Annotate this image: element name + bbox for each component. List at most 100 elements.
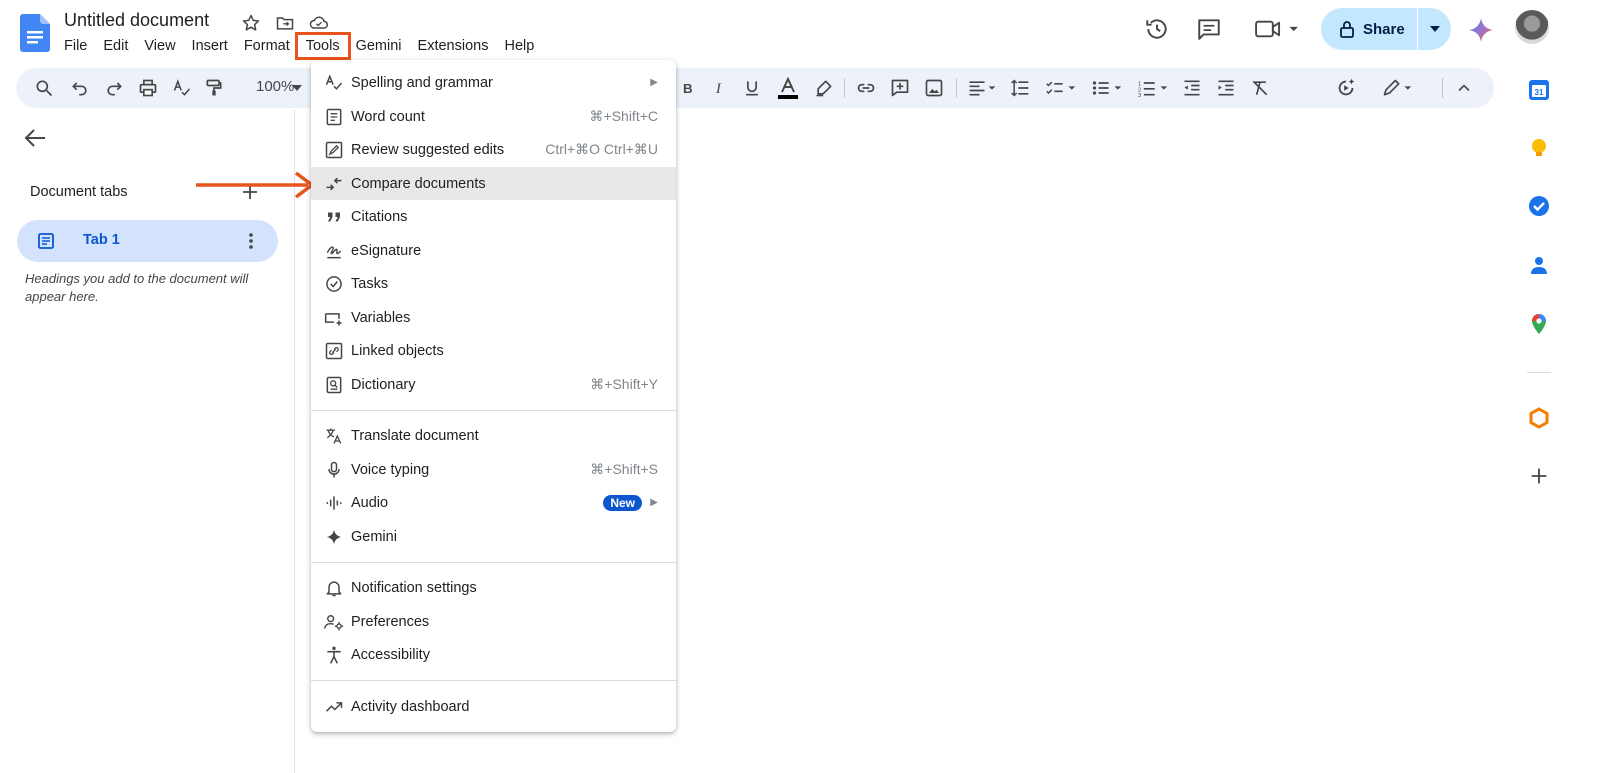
comments-icon[interactable] bbox=[1196, 16, 1222, 42]
back-arrow-icon[interactable] bbox=[22, 126, 48, 150]
paint-format-icon[interactable] bbox=[202, 76, 226, 100]
menu-format[interactable]: Format bbox=[236, 35, 298, 57]
cloud-saved-icon[interactable] bbox=[308, 12, 330, 34]
menu-edit[interactable]: Edit bbox=[95, 35, 136, 57]
share-label: Share bbox=[1363, 20, 1405, 38]
menu-item-variables[interactable]: Variables bbox=[311, 301, 676, 334]
menu-item-linked-objects[interactable]: Linked objects bbox=[311, 334, 676, 367]
sparkle-icon bbox=[323, 526, 345, 548]
search-menus-icon[interactable] bbox=[32, 76, 56, 100]
zoom-select[interactable]: 100% bbox=[256, 78, 294, 95]
gemini-sparkle-icon[interactable] bbox=[1467, 16, 1495, 44]
checklist-icon[interactable] bbox=[1042, 76, 1080, 100]
menu-item-translate-document[interactable]: Translate document bbox=[311, 419, 676, 452]
menu-item-compare-documents[interactable]: Compare documents bbox=[311, 167, 676, 200]
svg-text:31: 31 bbox=[1535, 88, 1544, 97]
tasks-icon[interactable] bbox=[1527, 194, 1551, 218]
signature-icon bbox=[323, 240, 345, 262]
menu-gemini[interactable]: Gemini bbox=[348, 35, 410, 57]
compare-icon bbox=[323, 173, 345, 195]
highlight-color-icon[interactable] bbox=[812, 76, 836, 100]
svg-text:I: I bbox=[715, 81, 722, 97]
bold-icon[interactable]: B bbox=[676, 76, 700, 100]
menu-item-citations[interactable]: Citations bbox=[311, 200, 676, 233]
menu-item-gemini[interactable]: Gemini bbox=[311, 520, 676, 553]
insert-image-icon[interactable] bbox=[922, 76, 946, 100]
panel-divider bbox=[294, 110, 295, 773]
undo-icon[interactable] bbox=[68, 76, 92, 100]
spellcheck-toolbar-icon[interactable] bbox=[170, 76, 194, 100]
editing-mode-icon[interactable] bbox=[1378, 76, 1416, 100]
insert-link-icon[interactable] bbox=[854, 76, 878, 100]
menu-item-accessibility[interactable]: Accessibility bbox=[311, 638, 676, 671]
zoom-caret-icon bbox=[292, 85, 302, 91]
align-left-icon[interactable] bbox=[964, 76, 1000, 100]
increase-indent-icon[interactable] bbox=[1214, 76, 1238, 100]
docs-logo-icon[interactable] bbox=[20, 14, 50, 52]
menu-item-tasks[interactable]: Tasks bbox=[311, 267, 676, 300]
menu-bar: File Edit View Insert Format Tools Gemin… bbox=[56, 32, 542, 60]
tab-1-label: Tab 1 bbox=[83, 232, 120, 248]
audio-icon bbox=[323, 492, 345, 514]
zoho-icon[interactable] bbox=[1527, 406, 1551, 430]
star-icon[interactable] bbox=[240, 12, 262, 34]
menu-item-audio[interactable]: Audio New ▶ bbox=[311, 486, 676, 519]
redo-icon[interactable] bbox=[102, 76, 126, 100]
underline-icon[interactable] bbox=[740, 76, 764, 100]
menu-extensions[interactable]: Extensions bbox=[410, 35, 497, 57]
menu-file[interactable]: File bbox=[56, 35, 95, 57]
menu-item-voice-typing[interactable]: Voice typing ⌘+Shift+S bbox=[311, 453, 676, 486]
bulleted-list-icon[interactable] bbox=[1088, 76, 1126, 100]
line-spacing-icon[interactable] bbox=[1008, 76, 1032, 100]
menu-item-preferences[interactable]: Preferences bbox=[311, 605, 676, 638]
menu-item-notification-settings[interactable]: Notification settings bbox=[311, 571, 676, 604]
menu-item-spelling-grammar[interactable]: Spelling and grammar ▶ bbox=[311, 66, 676, 99]
print-icon[interactable] bbox=[136, 76, 160, 100]
share-button[interactable]: Share bbox=[1321, 8, 1417, 50]
more-vert-icon[interactable] bbox=[241, 230, 261, 252]
text-color-icon[interactable] bbox=[776, 76, 800, 100]
menu-item-word-count[interactable]: Word count ⌘+Shift+C bbox=[311, 100, 676, 133]
decrease-indent-icon[interactable] bbox=[1180, 76, 1204, 100]
variables-icon bbox=[323, 307, 345, 329]
menu-separator bbox=[311, 562, 676, 563]
formatting-toolbar: 100% B I 123 bbox=[16, 68, 1494, 108]
annotation-arrow-icon bbox=[196, 171, 315, 199]
quote-icon bbox=[323, 206, 345, 228]
menu-view[interactable]: View bbox=[136, 35, 183, 57]
numbered-list-icon[interactable]: 123 bbox=[1134, 76, 1172, 100]
add-icon[interactable] bbox=[1527, 464, 1551, 488]
contacts-icon[interactable] bbox=[1527, 253, 1551, 277]
menu-tools[interactable]: Tools bbox=[294, 32, 351, 60]
menu-help[interactable]: Help bbox=[496, 35, 542, 57]
submenu-arrow-icon: ▶ bbox=[650, 77, 658, 88]
share-dropdown-button[interactable] bbox=[1418, 8, 1451, 50]
translate-icon bbox=[323, 425, 345, 447]
menu-item-dictionary[interactable]: Dictionary ⌘+Shift+Y bbox=[311, 368, 676, 401]
document-tabs-heading: Document tabs bbox=[30, 184, 128, 200]
menu-item-esignature[interactable]: eSignature bbox=[311, 234, 676, 267]
spellcheck-icon bbox=[323, 72, 345, 94]
user-avatar[interactable] bbox=[1515, 10, 1549, 44]
meet-video-icon[interactable] bbox=[1254, 16, 1300, 42]
move-folder-icon[interactable] bbox=[274, 12, 296, 34]
linked-objects-icon bbox=[323, 340, 345, 362]
svg-text:B: B bbox=[683, 81, 693, 96]
calendar-icon[interactable]: 31 bbox=[1527, 78, 1551, 102]
document-title[interactable]: Untitled document bbox=[64, 10, 209, 31]
tab-1-item[interactable]: Tab 1 bbox=[17, 220, 278, 262]
maps-icon[interactable] bbox=[1527, 312, 1551, 336]
menu-item-review-edits[interactable]: Review suggested edits Ctrl+⌘O Ctrl+⌘U bbox=[311, 133, 676, 166]
document-icon bbox=[37, 232, 55, 250]
ai-writing-icon[interactable] bbox=[1334, 76, 1358, 100]
italic-icon[interactable]: I bbox=[708, 76, 732, 100]
task-icon bbox=[323, 273, 345, 295]
menu-insert[interactable]: Insert bbox=[184, 35, 236, 57]
hide-menus-chevron-up-icon[interactable] bbox=[1452, 76, 1476, 100]
version-history-icon[interactable] bbox=[1144, 16, 1170, 42]
review-edits-icon bbox=[323, 139, 345, 161]
menu-item-activity-dashboard[interactable]: Activity dashboard bbox=[311, 690, 676, 723]
add-comment-icon[interactable] bbox=[888, 76, 912, 100]
clear-formatting-icon[interactable] bbox=[1248, 76, 1272, 100]
keep-icon[interactable] bbox=[1527, 136, 1551, 160]
